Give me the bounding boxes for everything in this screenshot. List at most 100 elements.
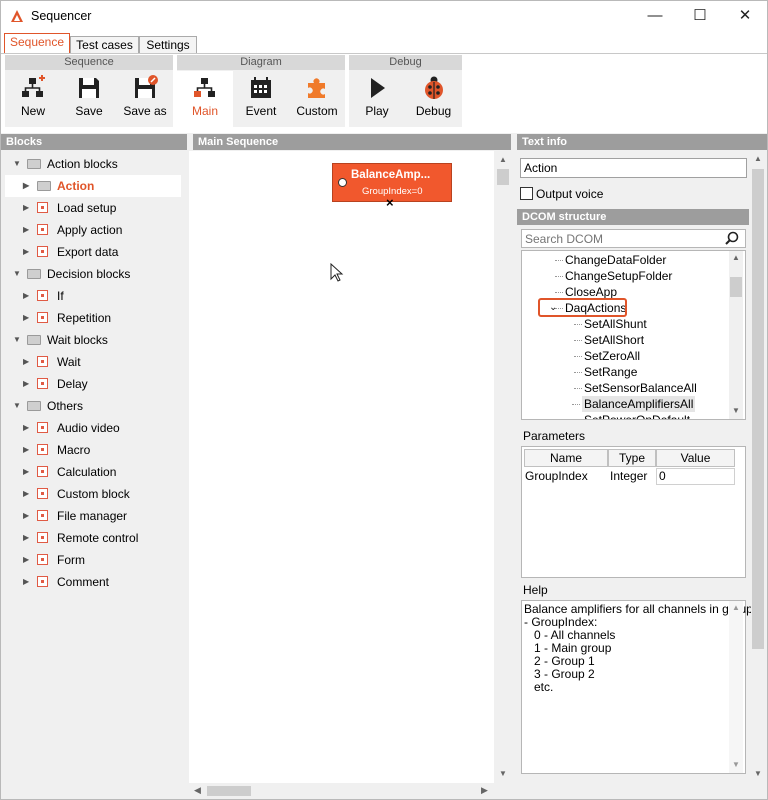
dcom-item[interactable]: SetSensorBalanceAll [574,380,697,396]
expanded-arrow-icon[interactable]: ▼ [13,153,21,175]
tab-sequence[interactable]: Sequence [4,33,70,54]
new-button[interactable]: New [5,71,61,127]
node-output-port[interactable]: × [386,195,394,210]
scroll-right-icon[interactable]: ▶ [481,785,488,796]
sequence-node[interactable]: BalanceAmp... GroupIndex=0 × [332,163,452,210]
dcom-scroll-down-icon[interactable]: ▼ [732,406,740,415]
tab-test-cases[interactable]: Test cases [70,36,139,54]
dcom-item[interactable]: BalanceAmplifiersAll [572,396,696,412]
debug-button[interactable]: Debug [405,71,462,127]
dcom-item[interactable]: SetZeroAll [574,348,640,364]
highlight-box [538,298,627,317]
node-input-port[interactable] [338,178,347,187]
right-scroll-down-icon[interactable]: ▼ [754,769,762,778]
tree-item[interactable]: ▼ Decision blocks [5,263,181,285]
tree-item[interactable]: ▶ Custom block [5,483,181,505]
play-button[interactable]: Play [349,71,405,127]
canvas-vertical-scrollbar[interactable]: ▲ ▼ [495,151,511,783]
dcom-item[interactable]: ChangeSetupFolder [555,268,672,284]
folder-icon [27,269,41,279]
scroll-left-icon[interactable]: ◀ [194,785,201,796]
search-dcom-input[interactable] [521,229,746,248]
expanded-arrow-icon[interactable]: ▼ [13,329,21,351]
tree-item[interactable]: ▼ Wait blocks [5,329,181,351]
expanded-arrow-icon[interactable]: ▼ [13,395,21,417]
tree-item[interactable]: ▶ If [5,285,181,307]
collapsed-arrow-icon[interactable]: ▶ [23,307,29,329]
mouse-cursor-icon [330,263,344,282]
tree-item[interactable]: ▶ Form [5,549,181,571]
help-scroll-down-icon[interactable]: ▼ [732,760,740,769]
tree-item[interactable]: ▶ Macro [5,439,181,461]
parameters-label: Parameters [523,429,586,443]
dcom-item[interactable]: SetRange [574,364,637,380]
minimize-button[interactable]: — [632,1,678,31]
dcom-scroll-thumb[interactable] [730,277,742,297]
tree-item[interactable]: ▶ Comment [5,571,181,593]
dcom-item[interactable]: SetPowerOnDefault [584,412,690,419]
close-button[interactable]: ✕ [722,1,768,31]
tree-item[interactable]: ▶ Calculation [5,461,181,483]
tree-item-label: If [57,289,64,303]
event-button[interactable]: Event [233,71,289,127]
save-button[interactable]: Save [61,71,117,127]
collapsed-arrow-icon[interactable]: ▶ [23,439,29,461]
collapsed-arrow-icon[interactable]: ▶ [23,505,29,527]
main-button[interactable]: Main [177,71,233,127]
dcom-item[interactable]: SetAllShort [574,332,644,348]
scroll-down-icon[interactable]: ▼ [499,769,507,778]
dcom-item-label: CloseApp [565,285,618,299]
diagram-canvas[interactable] [189,151,494,783]
collapsed-arrow-icon[interactable]: ▶ [23,461,29,483]
expanded-arrow-icon[interactable]: ▼ [13,263,21,285]
collapsed-arrow-icon[interactable]: ▶ [23,527,29,549]
collapsed-arrow-icon[interactable]: ▶ [23,285,29,307]
save-as-button[interactable]: Save as [117,71,173,127]
maximize-button[interactable]: ☐ [677,1,723,31]
search-icon[interactable] [725,231,739,245]
collapsed-arrow-icon[interactable]: ▶ [23,571,29,593]
collapsed-arrow-icon[interactable]: ▶ [23,241,29,263]
scroll-thumb[interactable] [497,169,509,185]
collapsed-arrow-icon[interactable]: ▶ [23,483,29,505]
tree-item[interactable]: ▶ Repetition [5,307,181,329]
collapsed-arrow-icon[interactable]: ▶ [23,175,29,197]
dcom-item[interactable]: ChangeDataFolder [555,252,666,268]
right-panel-scrollbar[interactable]: ▲ ▼ [751,151,766,783]
tree-item-label: Export data [57,245,119,259]
custom-button[interactable]: Custom [289,71,345,127]
tree-item[interactable]: ▶ Audio video [5,417,181,439]
dcom-scroll-up-icon[interactable]: ▲ [732,253,740,262]
collapsed-arrow-icon[interactable]: ▶ [23,549,29,571]
dcom-scrollbar[interactable]: ▲ ▼ [729,251,743,419]
help-scroll-up-icon[interactable]: ▲ [732,603,740,612]
output-voice-checkbox[interactable] [520,187,533,200]
tree-item[interactable]: ▶ Apply action [5,219,181,241]
tree-item[interactable]: ▶ File manager [5,505,181,527]
collapsed-arrow-icon[interactable]: ▶ [23,373,29,395]
tree-item[interactable]: ▶ Load setup [5,197,181,219]
dcom-item[interactable]: SetAllShunt [574,316,647,332]
help-scrollbar[interactable]: ▲ ▼ [729,601,743,773]
scroll-up-icon[interactable]: ▲ [499,155,507,164]
tree-item[interactable]: ▼ Others [5,395,181,417]
hscroll-thumb[interactable] [207,786,251,796]
param-value-cell[interactable]: 0 [656,468,735,485]
tree-item-label: Comment [57,575,110,589]
text-info-input[interactable] [520,158,747,178]
right-scroll-thumb[interactable] [752,169,764,649]
collapsed-arrow-icon[interactable]: ▶ [23,197,29,219]
collapsed-arrow-icon[interactable]: ▶ [23,417,29,439]
collapsed-arrow-icon[interactable]: ▶ [23,219,29,241]
tree-item[interactable]: ▶ Export data [5,241,181,263]
tree-item[interactable]: ▼ Action blocks [5,153,181,175]
canvas-horizontal-scrollbar[interactable]: ◀ ▶ [189,783,495,799]
collapsed-arrow-icon[interactable]: ▶ [23,351,29,373]
tab-settings[interactable]: Settings [139,36,197,54]
tree-item[interactable]: ▶ Wait [5,351,181,373]
tree-item-label: Action blocks [47,157,118,171]
tree-item[interactable]: ▶ Remote control [5,527,181,549]
tree-item[interactable]: ▶ Delay [5,373,181,395]
right-scroll-up-icon[interactable]: ▲ [754,154,762,163]
tree-item[interactable]: ▶ Action [5,175,181,197]
